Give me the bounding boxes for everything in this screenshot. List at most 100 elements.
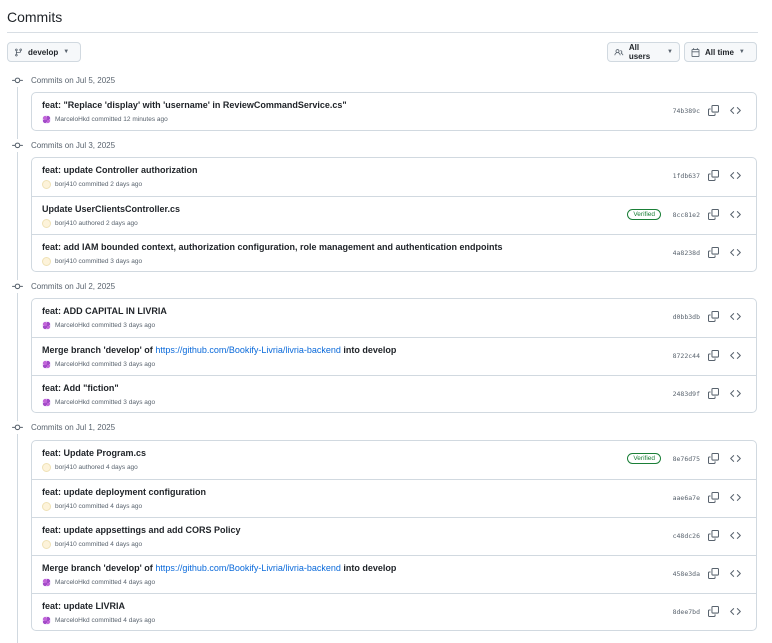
commit-sha-link[interactable]: 8dee7bd — [673, 608, 700, 616]
code-icon[interactable] — [730, 492, 742, 504]
avatar[interactable] — [42, 540, 51, 549]
copy-icon[interactable] — [708, 350, 720, 362]
code-icon[interactable] — [730, 209, 742, 221]
commit-message[interactable]: feat: add IAM bounded context, authoriza… — [42, 242, 503, 252]
commit-author[interactable]: MarceloHkd — [55, 399, 90, 406]
avatar[interactable] — [42, 360, 51, 369]
code-icon[interactable] — [730, 606, 742, 618]
chevron-down-icon: ▼ — [667, 49, 673, 55]
code-icon[interactable] — [730, 388, 742, 400]
commit-sha-link[interactable]: 8722c44 — [673, 352, 700, 360]
copy-icon[interactable] — [708, 492, 720, 504]
copy-icon[interactable] — [708, 247, 720, 259]
copy-icon[interactable] — [708, 453, 720, 465]
commit-group-date: Commits on Jul 3, 2025 — [31, 140, 116, 150]
commit-action: authored — [78, 220, 105, 227]
code-icon[interactable] — [730, 350, 742, 362]
commit-sha-link[interactable]: 2483d9f — [673, 390, 700, 398]
commit-action: committed — [91, 617, 122, 624]
commit-row[interactable]: feat: update deployment configuration bor… — [32, 479, 756, 517]
commit-sha-link[interactable]: 74b389c — [673, 107, 700, 115]
code-icon[interactable] — [730, 170, 742, 182]
verified-badge[interactable]: Verified — [627, 209, 661, 220]
commit-author[interactable]: MarceloHkd — [55, 579, 90, 586]
copy-icon[interactable] — [708, 209, 720, 221]
commit-sha-link[interactable]: aae6a7e — [673, 494, 700, 502]
copy-icon[interactable] — [708, 530, 720, 542]
branch-select-button[interactable]: develop ▼ — [7, 42, 81, 62]
commit-author[interactable]: MarceloHkd — [55, 322, 90, 329]
avatar[interactable] — [42, 321, 51, 330]
commit-row[interactable]: feat: add IAM bounded context, authoriza… — [32, 234, 756, 271]
copy-icon[interactable] — [708, 606, 720, 618]
commit-sha-link[interactable]: 8e76d75 — [673, 455, 700, 463]
commit-author[interactable]: borj410 — [55, 220, 77, 227]
commit-sha-link[interactable]: 8cc81e2 — [673, 211, 700, 219]
repo-link[interactable]: https://github.com/Bookify-Livria/livria… — [155, 563, 341, 573]
copy-icon[interactable] — [708, 388, 720, 400]
commit-row[interactable]: feat: Add "fiction" MarceloHkd committed … — [32, 375, 756, 412]
commit-row[interactable]: Merge branch 'develop' of https://github… — [32, 337, 756, 375]
commit-message[interactable]: feat: ADD CAPITAL IN LIVRIA — [42, 306, 167, 316]
commit-message[interactable]: Merge branch 'develop' of https://github… — [42, 563, 396, 573]
commit-row[interactable]: Merge branch 'develop' of https://github… — [32, 555, 756, 593]
commit-action: committed — [78, 503, 109, 510]
commit-message[interactable]: feat: Add "fiction" — [42, 383, 119, 393]
code-icon[interactable] — [730, 105, 742, 117]
repo-link[interactable]: https://github.com/Bookify-Livria/livria… — [155, 345, 341, 355]
commit-message[interactable]: Update UserClientsController.cs — [42, 204, 180, 214]
avatar[interactable] — [42, 463, 51, 472]
avatar[interactable] — [42, 398, 51, 407]
commit-author[interactable]: borj410 — [55, 258, 77, 265]
commit-row[interactable]: feat: update LIVRIA MarceloHkd committed … — [32, 593, 756, 630]
code-icon[interactable] — [730, 311, 742, 323]
commit-author[interactable]: MarceloHkd — [55, 361, 90, 368]
code-icon[interactable] — [730, 453, 742, 465]
copy-icon[interactable] — [708, 568, 720, 580]
users-filter-button[interactable]: All users ▼ — [607, 42, 680, 62]
commit-message-suffix: into develop — [340, 563, 397, 573]
commit-row[interactable]: feat: update Controller authorization bor… — [32, 158, 756, 196]
code-icon[interactable] — [730, 568, 742, 580]
commit-meta: borj410 committed 4 days ago — [42, 540, 142, 549]
copy-icon[interactable] — [708, 311, 720, 323]
commit-message[interactable]: feat: update Controller authorization — [42, 165, 198, 175]
avatar[interactable] — [42, 115, 51, 124]
code-icon[interactable] — [730, 247, 742, 259]
commit-message[interactable]: Merge branch 'develop' of https://github… — [42, 345, 396, 355]
verified-badge[interactable]: Verified — [627, 453, 661, 464]
commit-message[interactable]: feat: update appsettings and add CORS Po… — [42, 525, 241, 535]
commit-row[interactable]: feat: update appsettings and add CORS Po… — [32, 517, 756, 555]
avatar[interactable] — [42, 257, 51, 266]
avatar[interactable] — [42, 616, 51, 625]
commit-author[interactable]: borj410 — [55, 464, 77, 471]
commit-row[interactable]: Update UserClientsController.cs borj410 a… — [32, 196, 756, 234]
commit-author[interactable]: borj410 — [55, 541, 77, 548]
commit-author[interactable]: borj410 — [55, 503, 77, 510]
commit-author[interactable]: MarceloHkd — [55, 116, 90, 123]
avatar[interactable] — [42, 578, 51, 587]
code-icon[interactable] — [730, 530, 742, 542]
avatar[interactable] — [42, 502, 51, 511]
commit-row[interactable]: feat: ADD CAPITAL IN LIVRIA MarceloHkd co… — [32, 299, 756, 337]
commit-time: 3 days ago — [123, 361, 156, 368]
commit-sha-link[interactable]: d0bb3db — [673, 313, 700, 321]
commit-sha-link[interactable]: 458e3da — [673, 570, 700, 578]
commit-message[interactable]: feat: Update Program.cs — [42, 448, 146, 458]
commit-sha-link[interactable]: 1fdb637 — [673, 172, 700, 180]
commit-time: 2 days ago — [110, 181, 143, 188]
avatar[interactable] — [42, 219, 51, 228]
commit-author[interactable]: MarceloHkd — [55, 617, 90, 624]
time-filter-button[interactable]: All time ▼ — [684, 42, 757, 62]
commit-sha-link[interactable]: 4a8238d — [673, 249, 700, 257]
avatar[interactable] — [42, 180, 51, 189]
commit-sha-link[interactable]: c48dc26 — [673, 532, 700, 540]
copy-icon[interactable] — [708, 170, 720, 182]
commit-row[interactable]: feat: Update Program.cs borj410 authored … — [32, 441, 756, 479]
commit-message[interactable]: feat: "Replace 'display' with 'username'… — [42, 100, 347, 110]
commit-row[interactable]: feat: "Replace 'display' with 'username'… — [32, 93, 756, 130]
copy-icon[interactable] — [708, 105, 720, 117]
commit-message[interactable]: feat: update LIVRIA — [42, 601, 125, 611]
commit-message[interactable]: feat: update deployment configuration — [42, 487, 206, 497]
commit-author[interactable]: borj410 — [55, 181, 77, 188]
